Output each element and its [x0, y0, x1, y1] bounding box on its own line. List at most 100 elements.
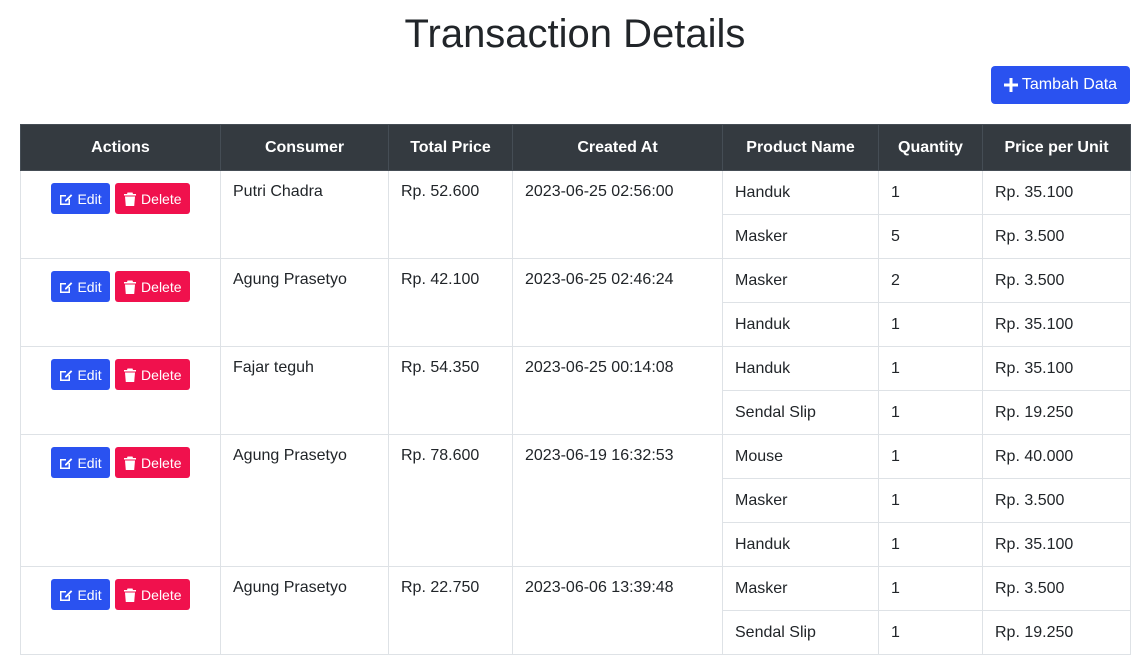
- created-at-cell: 2023-06-25 00:14:08: [512, 346, 723, 435]
- consumer-cell: Agung Prasetyo: [220, 566, 389, 655]
- actions-cell: Edit Delete: [20, 170, 221, 259]
- header-actions: Actions: [20, 124, 221, 171]
- delete-label: Delete: [141, 454, 182, 471]
- edit-button[interactable]: Edit: [51, 579, 110, 610]
- edit-label: Edit: [77, 586, 102, 603]
- product-name-cell: Handuk: [722, 346, 879, 391]
- delete-button[interactable]: Delete: [115, 447, 190, 478]
- trash-icon: [124, 368, 137, 382]
- delete-button[interactable]: Delete: [115, 271, 190, 302]
- created-at-cell: 2023-06-25 02:46:24: [512, 258, 723, 347]
- delete-button[interactable]: Delete: [115, 359, 190, 390]
- price-per-unit-cell: Rp. 3.500: [982, 214, 1131, 259]
- price-per-unit-cell: Rp. 35.100: [982, 522, 1131, 567]
- consumer-cell: Agung Prasetyo: [220, 258, 389, 347]
- price-per-unit-cell: Rp. 35.100: [982, 170, 1131, 215]
- table-body: Edit Delete Putri Chadra Rp. 52.600 2023-06…: [20, 170, 1131, 655]
- price-per-unit-cell: Rp. 19.250: [982, 390, 1131, 435]
- product-name-cell: Mouse: [722, 434, 879, 479]
- edit-icon: [60, 193, 73, 205]
- edit-button[interactable]: Edit: [51, 359, 110, 390]
- table-row: Edit Delete Agung Prasetyo Rp. 78.600 2023-…: [20, 434, 1131, 567]
- product-name-cell: Handuk: [722, 522, 879, 567]
- edit-icon: [60, 369, 73, 381]
- price-per-unit-cell: Rp. 19.250: [982, 610, 1131, 655]
- quantity-cell: 1: [878, 522, 983, 567]
- edit-button[interactable]: Edit: [51, 271, 110, 302]
- page-title: Transaction Details: [404, 12, 746, 56]
- header-consumer: Consumer: [220, 124, 389, 171]
- delete-label: Delete: [141, 278, 182, 295]
- table-row: Edit Delete Agung Prasetyo Rp. 22.750 2023-…: [20, 566, 1131, 655]
- quantity-cell: 1: [878, 566, 983, 611]
- product-name-cell: Masker: [722, 478, 879, 523]
- consumer-cell: Agung Prasetyo: [220, 434, 389, 567]
- product-name-cell: Masker: [722, 214, 879, 259]
- edit-icon: [60, 457, 73, 469]
- price-per-unit-cell: Rp. 35.100: [982, 346, 1131, 391]
- trash-icon: [124, 588, 137, 602]
- delete-label: Delete: [141, 190, 182, 207]
- transactions-table: Actions Consumer Total Price Created At …: [20, 124, 1131, 655]
- product-name-cell: Sendal Slip: [722, 610, 879, 655]
- actions-cell: Edit Delete: [20, 566, 221, 655]
- actions-cell: Edit Delete: [20, 434, 221, 567]
- delete-button[interactable]: Delete: [115, 579, 190, 610]
- actions-cell: Edit Delete: [20, 346, 221, 435]
- trash-icon: [124, 192, 137, 206]
- price-per-unit-cell: Rp. 3.500: [982, 478, 1131, 523]
- price-per-unit-cell: Rp. 3.500: [982, 258, 1131, 303]
- consumer-cell: Putri Chadra: [220, 170, 389, 259]
- product-name-cell: Handuk: [722, 170, 879, 215]
- created-at-cell: 2023-06-19 16:32:53: [512, 434, 723, 567]
- total-price-cell: Rp. 42.100: [388, 258, 513, 347]
- quantity-cell: 1: [878, 170, 983, 215]
- table-row: Edit Delete Putri Chadra Rp. 52.600 2023-06…: [20, 170, 1131, 259]
- price-per-unit-cell: Rp. 3.500: [982, 566, 1131, 611]
- add-data-label: Tambah Data: [1021, 76, 1118, 93]
- header-total-price: Total Price: [388, 124, 513, 171]
- total-price-cell: Rp. 78.600: [388, 434, 513, 567]
- edit-label: Edit: [77, 366, 102, 383]
- total-price-cell: Rp. 54.350: [388, 346, 513, 435]
- actions-cell: Edit Delete: [20, 258, 221, 347]
- table-row: Edit Delete Fajar teguh Rp. 54.350 2023-06-…: [20, 346, 1131, 435]
- consumer-cell: Fajar teguh: [220, 346, 389, 435]
- quantity-cell: 1: [878, 434, 983, 479]
- product-name-cell: Masker: [722, 566, 879, 611]
- product-name-cell: Masker: [722, 258, 879, 303]
- total-price-cell: Rp. 52.600: [388, 170, 513, 259]
- delete-label: Delete: [141, 586, 182, 603]
- edit-icon: [60, 281, 73, 293]
- product-name-cell: Sendal Slip: [722, 390, 879, 435]
- table-header-row: Actions Consumer Total Price Created At …: [20, 124, 1131, 171]
- trash-icon: [124, 280, 137, 294]
- edit-label: Edit: [77, 454, 102, 471]
- edit-label: Edit: [77, 190, 102, 207]
- created-at-cell: 2023-06-25 02:56:00: [512, 170, 723, 259]
- price-per-unit-cell: Rp. 40.000: [982, 434, 1131, 479]
- quantity-cell: 1: [878, 346, 983, 391]
- edit-button[interactable]: Edit: [51, 183, 110, 214]
- header-product-name: Product Name: [722, 124, 879, 171]
- header-price-per-unit: Price per Unit: [982, 124, 1131, 171]
- edit-icon: [60, 589, 73, 601]
- edit-label: Edit: [77, 278, 102, 295]
- table-row: Edit Delete Agung Prasetyo Rp. 42.100 2023-…: [20, 258, 1131, 347]
- quantity-cell: 1: [878, 390, 983, 435]
- delete-button[interactable]: Delete: [115, 183, 190, 214]
- quantity-cell: 2: [878, 258, 983, 303]
- quantity-cell: 1: [878, 478, 983, 523]
- add-data-button[interactable]: Tambah Data: [991, 66, 1130, 104]
- quantity-cell: 1: [878, 302, 983, 347]
- quantity-cell: 1: [878, 610, 983, 655]
- edit-button[interactable]: Edit: [51, 447, 110, 478]
- total-price-cell: Rp. 22.750: [388, 566, 513, 655]
- created-at-cell: 2023-06-06 13:39:48: [512, 566, 723, 655]
- delete-label: Delete: [141, 366, 182, 383]
- header-created-at: Created At: [512, 124, 723, 171]
- product-name-cell: Handuk: [722, 302, 879, 347]
- header-quantity: Quantity: [878, 124, 983, 171]
- trash-icon: [124, 456, 137, 470]
- quantity-cell: 5: [878, 214, 983, 259]
